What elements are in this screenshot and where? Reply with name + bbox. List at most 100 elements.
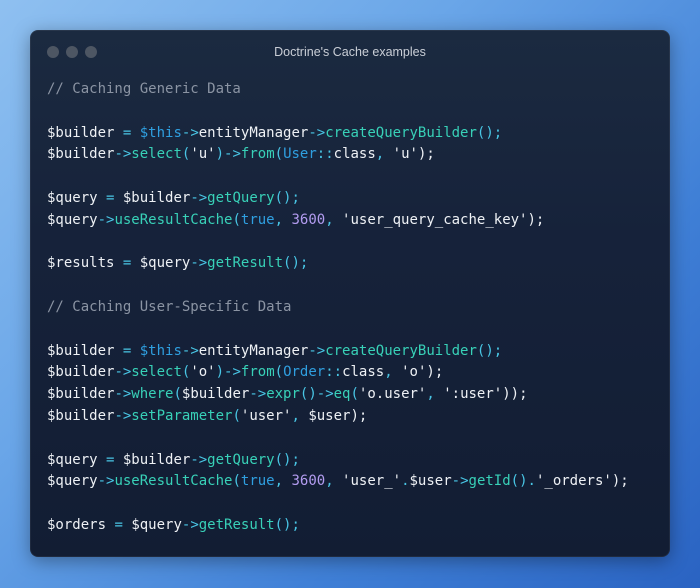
code-token-method: getResult: [207, 255, 284, 272]
code-token-op: ->: [114, 407, 132, 424]
code-token-method: getId: [468, 473, 511, 490]
code-token-var: $builder: [181, 386, 250, 403]
code-token-op: ->: [181, 516, 199, 533]
code-token-method: select: [131, 364, 182, 381]
code-token-op: =: [97, 451, 123, 468]
code-token-op: ->: [451, 473, 469, 490]
code-token-op: (: [232, 211, 241, 228]
code-token-op: ,: [325, 211, 343, 228]
code-line: // Caching User-Specific Data: [47, 297, 629, 319]
code-token-var: $builder: [47, 407, 115, 424]
code-token-op: =: [114, 342, 140, 359]
code-token-op: (: [173, 386, 182, 403]
code-token-var: $builder: [47, 342, 115, 359]
code-token-kw: true: [240, 211, 275, 228]
code-token-op: ().: [510, 473, 536, 490]
code-token-op: ();: [283, 255, 309, 272]
code-token-var: $builder: [47, 146, 115, 163]
code-token-method: useResultCache: [114, 473, 233, 490]
code-line: $query = $builder->getQuery();: [47, 450, 629, 472]
code-token-method: getQuery: [207, 451, 275, 468]
code-token-method: eq: [333, 386, 351, 403]
code-token-plain: entityManager: [198, 124, 309, 141]
code-line: $results = $query->getResult();: [47, 253, 629, 275]
code-token-op: .: [401, 473, 410, 490]
code-token-str: 'user_query_cache_key': [342, 211, 528, 228]
code-token-op: ->: [97, 473, 115, 490]
code-token-method: createQueryBuilder: [325, 342, 477, 359]
code-token-var: $query: [131, 516, 182, 533]
code-token-plain: );: [611, 473, 629, 490]
code-token-plain: class: [342, 364, 385, 381]
code-token-op: ();: [476, 342, 503, 359]
code-token-str: 'o': [190, 364, 216, 381]
code-token-kw: $this: [139, 342, 182, 359]
code-token-op: ();: [274, 451, 300, 468]
code-token-op: ()->: [299, 386, 334, 403]
code-token-var: $user: [409, 473, 452, 490]
code-token-comment: // Caching Generic Data: [47, 81, 241, 97]
code-token-plain: );: [527, 211, 545, 228]
code-line: $orders = $query->getResult();: [47, 515, 629, 537]
code-token-str: 'o.user': [358, 386, 427, 403]
code-token-op: ,: [291, 407, 309, 424]
code-token-str: ':user': [443, 386, 503, 403]
code-token-kw: true: [240, 473, 275, 490]
code-token-num: 3600: [291, 211, 326, 228]
code-token-var: $query: [139, 255, 191, 272]
code-line: $builder->setParameter('user', $user);: [47, 406, 629, 428]
code-token-var: $query: [47, 451, 98, 468]
code-token-op: ,: [325, 473, 343, 490]
code-token-method: getQuery: [207, 189, 275, 206]
code-token-str: 'u': [392, 146, 418, 163]
code-token-str: 'user_': [342, 473, 402, 490]
code-token-var: $builder: [122, 189, 191, 206]
code-token-op: =: [114, 255, 140, 272]
code-token-op: )->: [215, 146, 241, 163]
code-token-op: (: [274, 364, 284, 381]
code-token-method: setParameter: [131, 407, 233, 424]
code-token-op: ->: [97, 211, 115, 228]
code-token-var: $query: [47, 473, 98, 490]
code-token-str: 'user': [240, 407, 292, 424]
code-token-plain: class: [333, 146, 376, 163]
code-token-plain: ));: [502, 386, 528, 403]
code-line: $query = $builder->getQuery();: [47, 188, 629, 210]
code-token-op: ::: [316, 146, 334, 163]
code-line: $builder = $this->entityManager->createQ…: [47, 341, 629, 363]
code-token-op: ,: [384, 364, 402, 381]
code-token-num: 3600: [291, 473, 326, 490]
code-line: $query->useResultCache(true, 3600, 'user…: [47, 210, 629, 232]
code-line: $builder->where($builder->expr()->eq('o.…: [47, 384, 629, 406]
code-token-method: select: [131, 146, 182, 163]
code-token-op: ->: [190, 255, 208, 272]
code-token-op: ();: [274, 516, 300, 533]
code-token-method: useResultCache: [114, 211, 233, 228]
code-token-str: 'u': [190, 146, 216, 163]
code-token-var: $user: [308, 407, 351, 424]
code-token-class: User: [283, 146, 317, 163]
code-line: $query->useResultCache(true, 3600, 'user…: [47, 471, 629, 493]
code-token-op: ->: [308, 124, 326, 141]
code-token-var: $builder: [47, 386, 115, 403]
code-token-var: $builder: [47, 124, 115, 141]
code-token-op: (: [274, 146, 284, 163]
code-token-op: ->: [249, 386, 267, 403]
window-titlebar: Doctrine's Cache examples: [30, 30, 670, 74]
code-token-op: =: [97, 189, 123, 206]
code-token-op: (: [350, 386, 359, 403]
code-token-op: (: [232, 473, 241, 490]
code-token-method: where: [131, 386, 174, 403]
code-token-op: ,: [375, 146, 393, 163]
code-token-op: ();: [476, 124, 503, 141]
code-token-op: ->: [114, 364, 132, 381]
code-token-op: ,: [274, 211, 292, 228]
code-block[interactable]: // Caching Generic Data $builder = $this…: [47, 79, 629, 537]
